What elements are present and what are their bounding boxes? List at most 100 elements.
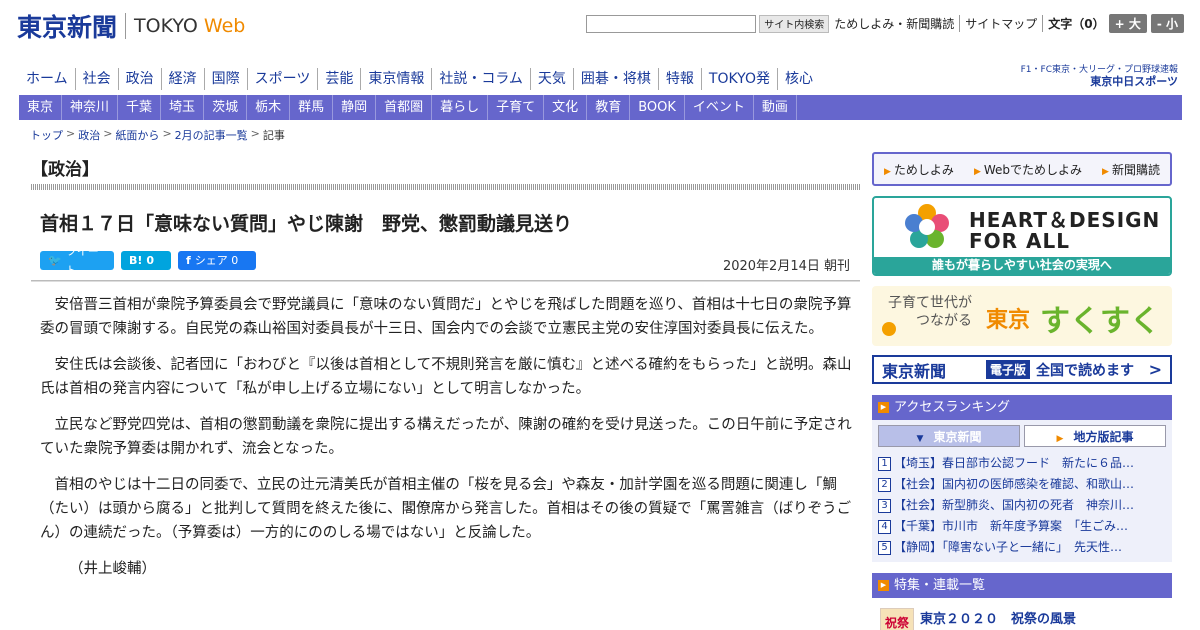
region-item-education[interactable]: 教育 [587,95,631,120]
subscription-label: 新聞購読 [1111,162,1160,177]
breadcrumb-separator: > [250,127,260,140]
tab-regional-label: 地方版記事 [1073,430,1134,444]
nav-item-entertainment[interactable]: 芸能 [317,68,360,90]
nav-item-go-shogi[interactable]: 囲碁・将棋 [572,68,658,90]
region-item-chiba[interactable]: 千葉 [118,95,162,120]
global-nav: ホーム 社会 政治 経済 国際 スポーツ 芸能 東京情報 社説・コラム 天気 囲… [19,68,820,90]
section-divider [31,184,860,190]
site-logo[interactable]: 東京新聞 TOKYO Web [17,8,245,44]
rank-number: 4 [878,519,891,534]
article-headline: 首相１７日「意味ない質問」やじ陳謝 野党、懲罰動議見送り [40,213,573,235]
sports-banner[interactable]: F1・FC東京・大リーグ・プロ野球速報 東京中日スポーツ [1021,64,1178,88]
ranking-item[interactable]: 4 【千葉】市川市 新年度予算案 「生ごみ… [878,516,1166,537]
hatena-bookmark-button[interactable]: B! 0 [121,251,171,270]
ranking-item-text: 【千葉】市川市 新年度予算案 「生ごみ… [894,519,1129,533]
region-item-tochigi[interactable]: 栃木 [247,95,291,120]
hatena-bookmark-icon: B! [129,254,143,267]
sitemap-link[interactable]: サイトマップ [959,15,1042,32]
article-paragraph: 立民など野党四党は、首相の懲罰動議を衆院に提出する構えだったが、陳謝の確約を受け… [40,417,852,457]
region-item-video[interactable]: 動画 [754,95,797,120]
rank-number: 1 [878,456,891,471]
breadcrumb-month-list[interactable]: 2月の記事一覧 [175,127,248,143]
subscribe-link[interactable]: ためしよみ・新聞購読 [829,15,959,32]
ranking-item-text: 【静岡】「障害ない子と一緒に」 先天性… [894,540,1123,554]
heart-design-banner[interactable]: HEART＆DESIGN FOR ALL 誰もが暮らしやすい社会の実現へ [872,196,1172,276]
facebook-count: 0 [231,254,239,267]
epaper-text: 全国で読めます [1036,362,1135,379]
region-item-gunma[interactable]: 群馬 [290,95,334,120]
ranking-item[interactable]: 3 【社会】新型肺炎、国内初の死者 神奈川… [878,495,1166,516]
facebook-share-button[interactable]: f シェア 0 [178,251,256,270]
features-title: 特集・連載一覧 [894,578,986,593]
trial-read-link[interactable]: ▶ ためしよみ [884,161,954,178]
breadcrumb-top[interactable]: トップ [30,127,63,143]
nav-item-sports[interactable]: スポーツ [246,68,318,90]
ranking-box: ▼ 東京新聞 ▶ 地方版記事 1 【埼玉】春日部市公認フード 新たに６品… 2 【社会】… [872,420,1172,562]
triangle-right-icon: ▶ [1056,434,1064,444]
font-decrease-button[interactable]: - 小 [1150,14,1184,33]
region-item-kanagawa[interactable]: 神奈川 [62,95,119,120]
heart-design-band: 誰もが暮らしやすい社会の実現へ [874,257,1170,274]
nav-item-society[interactable]: 社会 [74,68,118,90]
triangle-right-icon: ▶ [884,166,891,177]
rank-number: 3 [878,498,891,513]
rank-number: 2 [878,477,891,492]
epaper-banner[interactable]: 東京新聞 電子版 全国で読めます > [872,355,1172,384]
nav-item-economy[interactable]: 経済 [160,68,204,90]
ranking-title: アクセスランキング [894,400,1010,415]
article-paragraph: 安住氏は会談後、記者団に「おわびと『以後は首相として不規則発言を厳に慎む』と述べ… [40,357,852,397]
region-item-metro[interactable]: 首都圏 [376,95,433,120]
region-item-parenting[interactable]: 子育て [488,95,545,120]
nav-item-tokyo-info[interactable]: 東京情報 [360,68,431,90]
region-item-shizuoka[interactable]: 静岡 [333,95,377,120]
tweet-button[interactable]: 🐦 ツイート [40,245,114,277]
ranking-list: 1 【埼玉】春日部市公認フード 新たに６品… 2 【社会】国内初の医師感染を確認、和… [878,453,1166,558]
feature-item[interactable]: 祝祭 東京２０２０ 祝祭の風景 [872,602,1172,630]
region-item-saitama[interactable]: 埼玉 [161,95,205,120]
nav-item-kakushin[interactable]: 核心 [776,68,820,90]
tab-tokyo-shimbun[interactable]: ▼ 東京新聞 [878,425,1020,447]
nav-item-special-report[interactable]: 特報 [657,68,701,90]
triangle-right-icon: ▶ [878,402,889,413]
logo-divider [125,13,127,39]
region-item-living[interactable]: 暮らし [432,95,489,120]
nav-item-politics[interactable]: 政治 [117,68,161,90]
ranking-tabs: ▼ 東京新聞 ▶ 地方版記事 [878,425,1166,447]
epaper-tag: 電子版 [986,360,1031,379]
ranking-item[interactable]: 1 【埼玉】春日部市公認フード 新たに６品… [878,453,1166,474]
sukusuku-banner[interactable]: 子育て世代が つながる 東京 すくすく [872,286,1172,346]
chevron-right-icon: > [1148,360,1162,379]
ranking-item-text: 【埼玉】春日部市公認フード 新たに６品… [894,456,1135,470]
share-buttons: 🐦 ツイート B! 0 f シェア 0 [40,245,263,277]
ranking-item-text: 【社会】国内初の医師感染を確認、和歌山… [894,477,1135,491]
region-item-book[interactable]: BOOK [630,95,685,120]
site-search-button[interactable]: サイト内検索 [759,14,830,33]
breadcrumb: トップ > 政治 > 紙面から > 2月の記事一覧 > 記事 [30,127,285,143]
ranking-item[interactable]: 5 【静岡】「障害ない子と一緒に」 先天性… [878,537,1166,558]
nav-item-tokyo-hatsu[interactable]: TOKYO発 [700,68,777,90]
sukusuku-name: すくすく [1040,304,1160,339]
breadcrumb-print[interactable]: 紙面から [115,127,159,143]
nav-item-editorial[interactable]: 社説・コラム [431,68,530,90]
region-item-event[interactable]: イベント [685,95,754,120]
font-increase-button[interactable]: + 大 [1108,14,1147,33]
tab-regional[interactable]: ▶ 地方版記事 [1024,425,1166,447]
feature-item-title: 東京２０２０ 祝祭の風景 [920,612,1077,627]
region-item-ibaraki[interactable]: 茨城 [204,95,248,120]
nav-item-home[interactable]: ホーム [19,68,75,90]
nav-item-weather[interactable]: 天気 [529,68,573,90]
breadcrumb-politics[interactable]: 政治 [78,127,100,143]
ranking-item[interactable]: 2 【社会】国内初の医師感染を確認、和歌山… [878,474,1166,495]
site-search-input[interactable] [586,14,757,33]
subscription-link[interactable]: ▶ 新聞購読 [1102,161,1160,178]
web-trial-link[interactable]: ▶ Webでためしよみ [974,161,1082,178]
region-item-tokyo[interactable]: 東京 [19,95,63,120]
utility-bar: サイト内検索 ためしよみ・新聞購読 サイトマップ 文字（0） + 大 - 小 [586,14,1184,33]
nav-item-international[interactable]: 国際 [203,68,247,90]
region-item-culture[interactable]: 文化 [544,95,588,120]
site-header: 東京新聞 TOKYO Web サイト内検索 ためしよみ・新聞購読 サイトマップ … [0,0,1200,62]
epaper-brand: 東京新聞 [882,361,947,381]
flower-icon [882,322,896,336]
trial-links-box: ▶ ためしよみ ▶ Webでためしよみ ▶ 新聞購読 [872,152,1172,186]
trial-read-label: ためしよみ [893,162,954,177]
